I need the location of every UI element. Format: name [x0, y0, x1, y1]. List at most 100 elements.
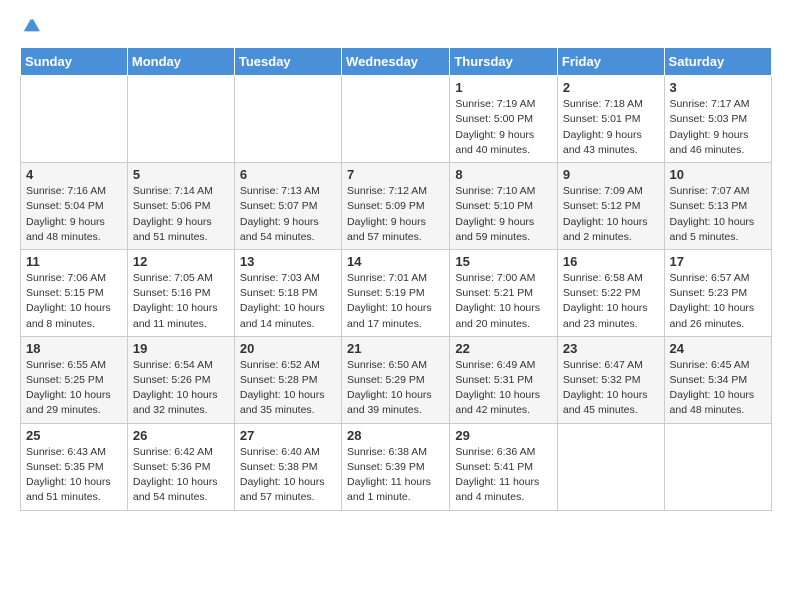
calendar-header-thursday: Thursday — [450, 48, 558, 76]
calendar-cell: 2 Sunrise: 7:18 AM Sunset: 5:01 PM Daylig… — [557, 76, 664, 163]
calendar-cell: 24 Sunrise: 6:45 AM Sunset: 5:34 PM Dayli… — [664, 336, 771, 423]
day-number: 5 — [133, 167, 229, 182]
day-number: 19 — [133, 341, 229, 356]
day-info: Sunrise: 6:45 AM Sunset: 5:34 PM Dayligh… — [670, 358, 766, 419]
day-info: Sunrise: 6:49 AM Sunset: 5:31 PM Dayligh… — [455, 358, 552, 419]
logo-icon — [22, 16, 40, 34]
calendar-header-friday: Friday — [557, 48, 664, 76]
day-info: Sunrise: 7:18 AM Sunset: 5:01 PM Dayligh… — [563, 97, 659, 158]
day-info: Sunrise: 7:19 AM Sunset: 5:00 PM Dayligh… — [455, 97, 552, 158]
day-number: 21 — [347, 341, 444, 356]
calendar-cell — [557, 423, 664, 510]
day-info: Sunrise: 7:05 AM Sunset: 5:16 PM Dayligh… — [133, 271, 229, 332]
day-number: 14 — [347, 254, 444, 269]
calendar-cell: 11 Sunrise: 7:06 AM Sunset: 5:15 PM Dayli… — [21, 249, 128, 336]
day-info: Sunrise: 6:58 AM Sunset: 5:22 PM Dayligh… — [563, 271, 659, 332]
day-number: 28 — [347, 428, 444, 443]
day-number: 1 — [455, 80, 552, 95]
day-number: 10 — [670, 167, 766, 182]
calendar-cell — [664, 423, 771, 510]
calendar-cell: 16 Sunrise: 6:58 AM Sunset: 5:22 PM Dayli… — [557, 249, 664, 336]
day-number: 18 — [26, 341, 122, 356]
calendar-cell: 14 Sunrise: 7:01 AM Sunset: 5:19 PM Dayli… — [342, 249, 450, 336]
calendar-cell: 6 Sunrise: 7:13 AM Sunset: 5:07 PM Daylig… — [234, 163, 341, 250]
day-number: 17 — [670, 254, 766, 269]
calendar-cell — [21, 76, 128, 163]
calendar-cell: 23 Sunrise: 6:47 AM Sunset: 5:32 PM Dayli… — [557, 336, 664, 423]
day-number: 13 — [240, 254, 336, 269]
calendar-cell: 28 Sunrise: 6:38 AM Sunset: 5:39 PM Dayli… — [342, 423, 450, 510]
calendar-cell: 10 Sunrise: 7:07 AM Sunset: 5:13 PM Dayli… — [664, 163, 771, 250]
calendar-cell — [127, 76, 234, 163]
calendar-cell — [342, 76, 450, 163]
day-number: 9 — [563, 167, 659, 182]
day-number: 3 — [670, 80, 766, 95]
day-info: Sunrise: 7:13 AM Sunset: 5:07 PM Dayligh… — [240, 184, 336, 245]
day-number: 12 — [133, 254, 229, 269]
day-number: 4 — [26, 167, 122, 182]
calendar-table: SundayMondayTuesdayWednesdayThursdayFrid… — [20, 47, 772, 510]
day-info: Sunrise: 6:50 AM Sunset: 5:29 PM Dayligh… — [347, 358, 444, 419]
day-info: Sunrise: 6:42 AM Sunset: 5:36 PM Dayligh… — [133, 445, 229, 506]
day-number: 11 — [26, 254, 122, 269]
day-number: 2 — [563, 80, 659, 95]
day-info: Sunrise: 7:12 AM Sunset: 5:09 PM Dayligh… — [347, 184, 444, 245]
calendar-header-monday: Monday — [127, 48, 234, 76]
calendar-cell — [234, 76, 341, 163]
day-number: 16 — [563, 254, 659, 269]
page-header — [20, 16, 772, 41]
day-info: Sunrise: 7:16 AM Sunset: 5:04 PM Dayligh… — [26, 184, 122, 245]
calendar-week-row: 1 Sunrise: 7:19 AM Sunset: 5:00 PM Daylig… — [21, 76, 772, 163]
logo-text — [20, 16, 40, 41]
calendar-cell: 25 Sunrise: 6:43 AM Sunset: 5:35 PM Dayli… — [21, 423, 128, 510]
calendar-cell: 3Sunrise: 7:17 AM Sunset: 5:03 PM Daylig… — [664, 76, 771, 163]
calendar-header-wednesday: Wednesday — [342, 48, 450, 76]
calendar-cell: 19Sunrise: 6:54 AM Sunset: 5:26 PM Dayli… — [127, 336, 234, 423]
calendar-cell: 15 Sunrise: 7:00 AM Sunset: 5:21 PM Dayli… — [450, 249, 558, 336]
day-info: Sunrise: 6:40 AM Sunset: 5:38 PM Dayligh… — [240, 445, 336, 506]
day-info: Sunrise: 6:52 AM Sunset: 5:28 PM Dayligh… — [240, 358, 336, 419]
calendar-cell: 22 Sunrise: 6:49 AM Sunset: 5:31 PM Dayli… — [450, 336, 558, 423]
day-info: Sunrise: 6:38 AM Sunset: 5:39 PM Dayligh… — [347, 445, 444, 506]
day-number: 27 — [240, 428, 336, 443]
day-number: 23 — [563, 341, 659, 356]
day-info: Sunrise: 7:00 AM Sunset: 5:21 PM Dayligh… — [455, 271, 552, 332]
day-info: Sunrise: 6:55 AM Sunset: 5:25 PM Dayligh… — [26, 358, 122, 419]
day-number: 22 — [455, 341, 552, 356]
day-number: 24 — [670, 341, 766, 356]
calendar-cell: 13 Sunrise: 7:03 AM Sunset: 5:18 PM Dayli… — [234, 249, 341, 336]
day-number: 26 — [133, 428, 229, 443]
calendar-cell: 27 Sunrise: 6:40 AM Sunset: 5:38 PM Dayli… — [234, 423, 341, 510]
calendar-cell: 9Sunrise: 7:09 AM Sunset: 5:12 PM Daylig… — [557, 163, 664, 250]
calendar-cell: 18 Sunrise: 6:55 AM Sunset: 5:25 PM Dayli… — [21, 336, 128, 423]
calendar-cell: 21 Sunrise: 6:50 AM Sunset: 5:29 PM Dayli… — [342, 336, 450, 423]
calendar-cell: 1 Sunrise: 7:19 AM Sunset: 5:00 PM Daylig… — [450, 76, 558, 163]
day-info: Sunrise: 7:01 AM Sunset: 5:19 PM Dayligh… — [347, 271, 444, 332]
day-number: 6 — [240, 167, 336, 182]
calendar-cell: 17 Sunrise: 6:57 AM Sunset: 5:23 PM Dayli… — [664, 249, 771, 336]
day-number: 25 — [26, 428, 122, 443]
calendar-header-sunday: Sunday — [21, 48, 128, 76]
calendar-cell: 8Sunrise: 7:10 AM Sunset: 5:10 PM Daylig… — [450, 163, 558, 250]
day-number: 20 — [240, 341, 336, 356]
day-number: 15 — [455, 254, 552, 269]
calendar-cell: 26 Sunrise: 6:42 AM Sunset: 5:36 PM Dayli… — [127, 423, 234, 510]
day-number: 8 — [455, 167, 552, 182]
calendar-cell: 7Sunrise: 7:12 AM Sunset: 5:09 PM Daylig… — [342, 163, 450, 250]
day-number: 29 — [455, 428, 552, 443]
day-info: Sunrise: 6:47 AM Sunset: 5:32 PM Dayligh… — [563, 358, 659, 419]
calendar-cell: 29 Sunrise: 6:36 AM Sunset: 5:41 PM Dayli… — [450, 423, 558, 510]
day-info: Sunrise: 6:57 AM Sunset: 5:23 PM Dayligh… — [670, 271, 766, 332]
day-info: Sunrise: 7:14 AM Sunset: 5:06 PM Dayligh… — [133, 184, 229, 245]
calendar-week-row: 4 Sunrise: 7:16 AM Sunset: 5:04 PM Daylig… — [21, 163, 772, 250]
day-info: Sunrise: 7:03 AM Sunset: 5:18 PM Dayligh… — [240, 271, 336, 332]
day-info: Sunrise: 7:07 AM Sunset: 5:13 PM Dayligh… — [670, 184, 766, 245]
calendar-header-saturday: Saturday — [664, 48, 771, 76]
calendar-week-row: 11 Sunrise: 7:06 AM Sunset: 5:15 PM Dayli… — [21, 249, 772, 336]
day-info: Sunrise: 6:43 AM Sunset: 5:35 PM Dayligh… — [26, 445, 122, 506]
calendar-cell: 20 Sunrise: 6:52 AM Sunset: 5:28 PM Dayli… — [234, 336, 341, 423]
day-info: Sunrise: 7:06 AM Sunset: 5:15 PM Dayligh… — [26, 271, 122, 332]
logo — [20, 16, 40, 41]
calendar-week-row: 18 Sunrise: 6:55 AM Sunset: 5:25 PM Dayli… — [21, 336, 772, 423]
day-info: Sunrise: 6:36 AM Sunset: 5:41 PM Dayligh… — [455, 445, 552, 506]
